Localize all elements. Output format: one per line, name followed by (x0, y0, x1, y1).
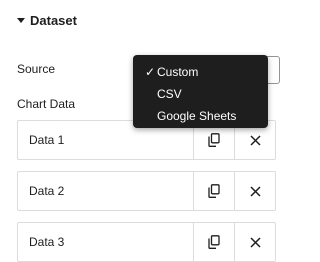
close-icon (249, 236, 261, 248)
source-option-google-sheets[interactable]: Google Sheets (133, 105, 268, 127)
check-icon: ✓ (144, 65, 155, 79)
remove-button[interactable] (234, 172, 275, 210)
dataset-panel-toggle[interactable]: Dataset (17, 13, 77, 28)
remove-button[interactable] (234, 223, 275, 261)
data-row-label: Data 3 (29, 235, 65, 249)
source-dropdown-menu: ✓ Custom CSV Google Sheets (133, 55, 268, 128)
caret-down-icon (17, 18, 25, 23)
source-option-csv[interactable]: CSV (133, 83, 268, 105)
duplicate-button[interactable] (193, 223, 234, 261)
duplicate-button[interactable] (193, 172, 234, 210)
duplicate-icon (208, 235, 220, 249)
option-label: Custom (157, 65, 199, 79)
chart-data-label: Chart Data (17, 97, 76, 111)
data-row-label: Data 2 (29, 184, 65, 198)
duplicate-icon (208, 184, 220, 198)
dataset-title: Dataset (30, 13, 77, 28)
option-label: Google Sheets (157, 109, 237, 123)
data-row[interactable]: Data 3 (17, 222, 276, 262)
close-icon (249, 134, 261, 146)
data-row[interactable]: Data 2 (17, 171, 276, 211)
option-label: CSV (157, 87, 182, 101)
close-icon (249, 185, 261, 197)
duplicate-icon (208, 133, 220, 147)
source-label: Source (17, 62, 56, 76)
source-option-custom[interactable]: ✓ Custom (133, 61, 268, 83)
